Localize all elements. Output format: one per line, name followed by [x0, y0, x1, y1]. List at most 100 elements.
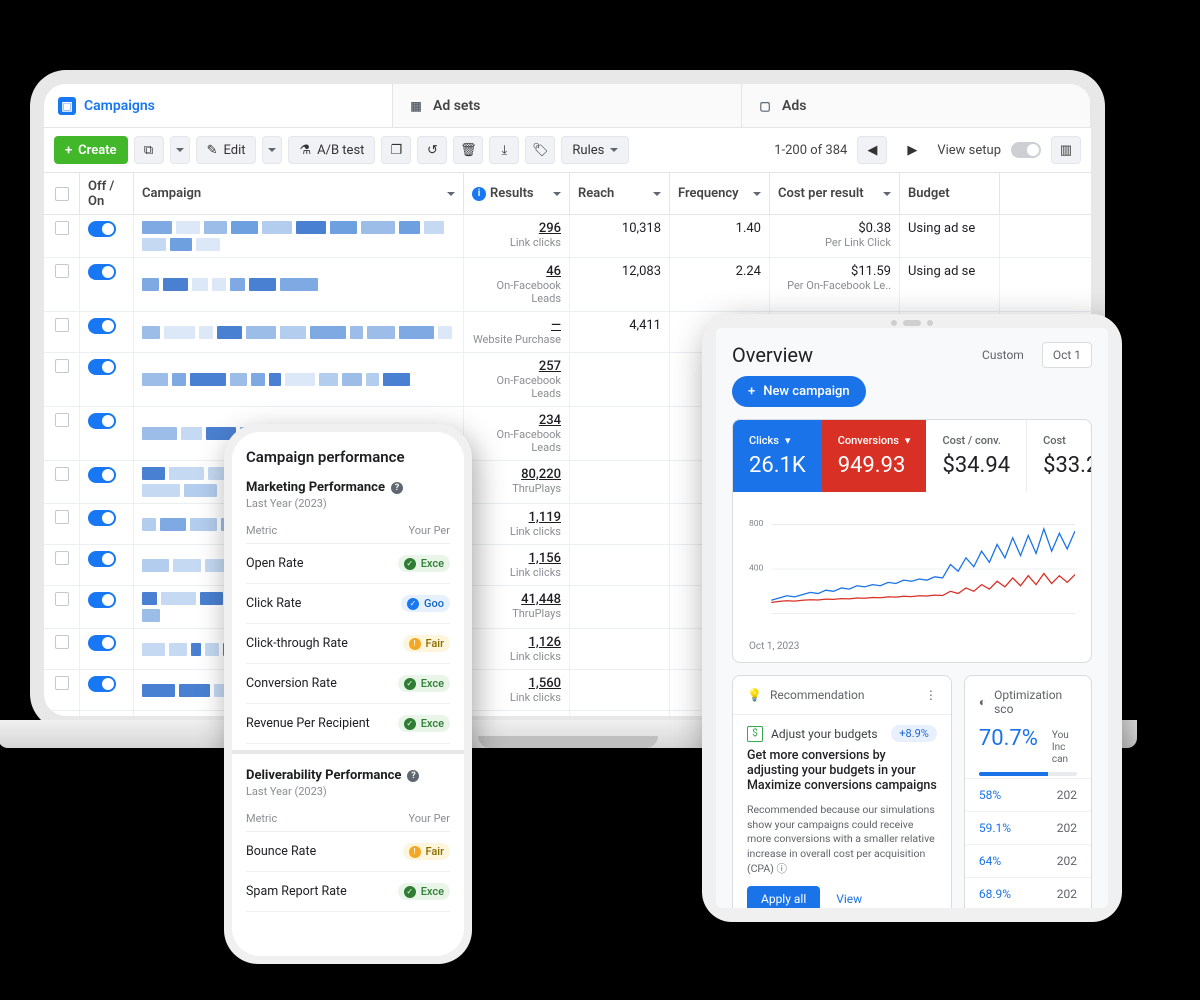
- metric-label: Revenue Per Recipient: [246, 716, 370, 731]
- campaign-performance-report: Campaign performance Marketing Performan…: [232, 432, 464, 956]
- metric-row[interactable]: Open Rate✓Exce: [246, 544, 450, 584]
- info-icon[interactable]: ?: [407, 770, 419, 782]
- campaign-name-redacted[interactable]: [142, 221, 455, 251]
- row-checkbox[interactable]: [55, 221, 69, 235]
- row-checkbox[interactable]: [55, 318, 69, 332]
- kpi-clicks[interactable]: Clicks▾ 26.1K: [733, 420, 822, 492]
- metric-row[interactable]: Bounce Rate!Fair: [246, 832, 450, 872]
- cpr-label: Per On-Facebook Le..: [778, 279, 891, 292]
- opt-history-row[interactable]: 59.1%202: [965, 811, 1091, 844]
- status-toggle[interactable]: [88, 592, 116, 608]
- metric-row[interactable]: Click Rate✓Goo: [246, 584, 450, 624]
- view-button[interactable]: View: [836, 892, 862, 906]
- campaign-name-redacted[interactable]: [142, 318, 455, 346]
- export-button[interactable]: ⤓: [489, 136, 519, 164]
- status-toggle[interactable]: [88, 467, 116, 483]
- metric-row[interactable]: Revenue Per Recipient✓Exce: [246, 704, 450, 744]
- table-row[interactable]: 46On-Facebook Leads12,0832.24$11.59Per O…: [44, 258, 1091, 312]
- status-toggle[interactable]: [88, 221, 116, 237]
- status-toggle[interactable]: [88, 359, 116, 375]
- info-icon[interactable]: ?: [391, 482, 403, 494]
- frequency-value: 1.40: [736, 221, 761, 236]
- row-checkbox[interactable]: [55, 413, 69, 427]
- result-value: 41,448: [521, 592, 561, 607]
- select-all-checkbox[interactable]: [55, 187, 69, 201]
- result-label: On-Facebook Leads: [472, 428, 561, 454]
- kpi-label: Cost / conv.: [942, 434, 1000, 447]
- row-checkbox[interactable]: [55, 551, 69, 565]
- sort-icon[interactable]: [447, 192, 455, 200]
- opt-history-row[interactable]: 58%202: [965, 778, 1091, 811]
- daterange-picker[interactable]: Oct 1: [1042, 342, 1092, 368]
- new-campaign-label: New campaign: [763, 384, 849, 399]
- opt-history-row[interactable]: 64%202: [965, 844, 1091, 877]
- custom-label[interactable]: Custom: [972, 343, 1034, 367]
- metric-row[interactable]: Spam Report Rate✓Exce: [246, 872, 450, 912]
- status-toggle[interactable]: [88, 676, 116, 692]
- abtest-label: A/B test: [317, 143, 364, 158]
- row-checkbox[interactable]: [55, 467, 69, 481]
- row-checkbox[interactable]: [55, 635, 69, 649]
- abtest-button[interactable]: ⚗ A/B test: [288, 136, 375, 164]
- sort-icon[interactable]: [653, 192, 661, 200]
- row-checkbox[interactable]: [55, 676, 69, 690]
- sort-icon[interactable]: [883, 192, 891, 200]
- plus-icon: +: [65, 143, 72, 158]
- opt-sub: You: [1052, 730, 1069, 742]
- row-checkbox[interactable]: [55, 592, 69, 606]
- deliverability-performance-section: Deliverability Performance ? Last Year (…: [246, 768, 450, 912]
- help-icon[interactable]: ⓘ: [776, 862, 787, 875]
- tab-adsets[interactable]: ▦ Ad sets: [393, 84, 742, 127]
- tablet-device: Overview Custom Oct 1 + New campaign Cli…: [702, 314, 1122, 922]
- status-toggle[interactable]: [88, 413, 116, 429]
- opt-pct: 59.1%: [979, 821, 1011, 835]
- create-button[interactable]: + Create: [54, 136, 128, 164]
- section-subtitle: Last Year (2023): [246, 785, 450, 798]
- edit-menu[interactable]: [262, 136, 282, 164]
- status-toggle[interactable]: [88, 264, 116, 280]
- svg-text:800: 800: [749, 519, 764, 529]
- page-prev[interactable]: ◀: [857, 136, 887, 164]
- page-title: Overview: [732, 343, 964, 367]
- tab-ads[interactable]: ▢ Ads: [742, 84, 1091, 127]
- copy-button[interactable]: ❐: [381, 136, 411, 164]
- campaign-name-redacted[interactable]: [142, 264, 455, 305]
- row-checkbox[interactable]: [55, 510, 69, 524]
- tag-button[interactable]: 🏷: [525, 136, 555, 164]
- rules-button[interactable]: Rules: [561, 136, 629, 164]
- tab-campaigns[interactable]: ▣ Campaigns: [44, 84, 393, 127]
- metric-label: Click-through Rate: [246, 636, 348, 651]
- sort-icon[interactable]: [753, 192, 761, 200]
- table-row[interactable]: 296Link clicks10,3181.40$0.38Per Link Cl…: [44, 215, 1091, 258]
- performance-pill: ✓Exce: [398, 555, 450, 572]
- status-toggle[interactable]: [88, 551, 116, 567]
- metric-label: Bounce Rate: [246, 844, 316, 859]
- kpi-costperconv[interactable]: Cost / conv. $34.94: [926, 420, 1026, 492]
- metric-row[interactable]: Conversion Rate✓Exce: [246, 664, 450, 704]
- status-toggle[interactable]: [88, 318, 116, 334]
- undo-button[interactable]: ↺: [417, 136, 447, 164]
- status-toggle[interactable]: [88, 510, 116, 526]
- sort-icon[interactable]: [553, 192, 561, 200]
- kpi-cost[interactable]: Cost $33.2: [1026, 420, 1092, 492]
- columns-button[interactable]: ▥: [1051, 136, 1081, 164]
- row-checkbox[interactable]: [55, 264, 69, 278]
- edit-button[interactable]: ✎ Edit: [196, 136, 257, 164]
- duplicate-menu[interactable]: [170, 136, 190, 164]
- apply-all-button[interactable]: Apply all: [747, 886, 820, 908]
- row-checkbox[interactable]: [55, 359, 69, 373]
- duplicate-button[interactable]: ⧉: [134, 136, 164, 164]
- more-icon[interactable]: ⋮: [925, 688, 937, 702]
- opt-history-row[interactable]: 68.9%202: [965, 877, 1091, 908]
- metric-label: Conversion Rate: [246, 676, 337, 691]
- metric-row[interactable]: Click-through Rate!Fair: [246, 624, 450, 664]
- table-header: Off / On Campaign iResults Reach Frequen…: [44, 173, 1091, 215]
- kpi-conversions[interactable]: Conversions▾ 949.93: [822, 420, 927, 492]
- viewsetup-toggle[interactable]: [1011, 142, 1041, 158]
- campaign-name-redacted[interactable]: [142, 359, 455, 400]
- export-icon: ⤓: [502, 143, 508, 158]
- page-next[interactable]: ▶: [897, 136, 927, 164]
- status-toggle[interactable]: [88, 635, 116, 651]
- new-campaign-button[interactable]: + New campaign: [732, 376, 866, 407]
- delete-button[interactable]: 🗑: [453, 136, 483, 164]
